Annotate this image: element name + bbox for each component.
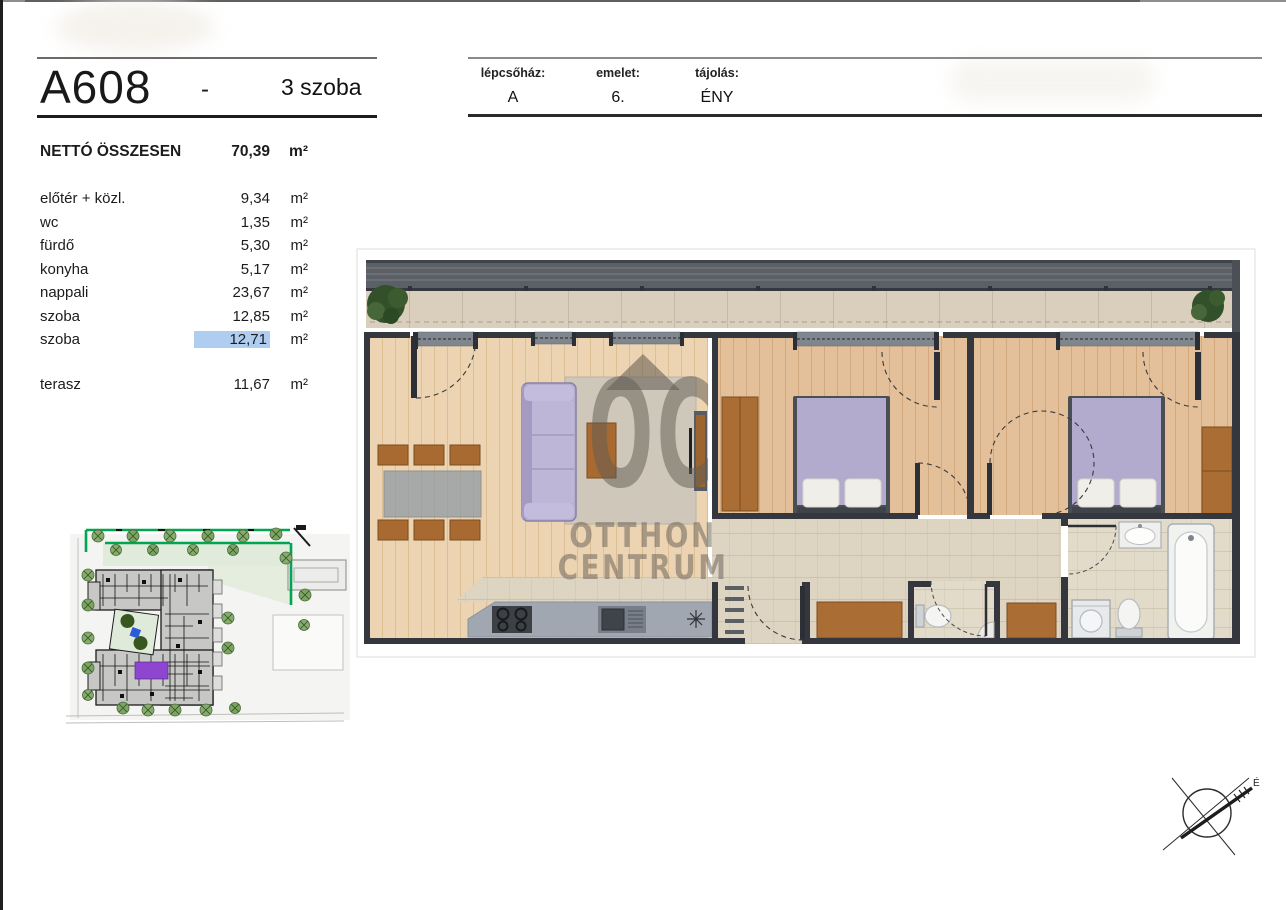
washing-machine-icon xyxy=(1072,600,1110,638)
header-rule-bottom xyxy=(468,114,1262,117)
scan-edge-left xyxy=(0,0,3,910)
area-table: NETTÓ ÖSSZESEN 70,39 m² előtér + közl. 9… xyxy=(40,143,308,399)
bed2-door-leaf xyxy=(987,463,992,515)
watermark-logo: OC xyxy=(588,349,716,521)
field-orientation-value: ÉNY xyxy=(687,89,747,107)
table-row: szoba 12,71 m² xyxy=(40,331,308,355)
row-unit: m² xyxy=(270,190,308,207)
row-value: 12,85 xyxy=(200,308,270,325)
bathroom-sink-icon xyxy=(1119,522,1161,548)
row-unit: m² xyxy=(270,308,308,325)
table-row: szoba 12,85 m² xyxy=(40,308,308,332)
row-unit: m² xyxy=(270,261,308,278)
courtyard xyxy=(109,609,158,655)
bathtub-icon xyxy=(1168,524,1214,640)
title-rule-top xyxy=(37,57,377,59)
row-label: konyha xyxy=(40,261,200,278)
faded-logo-smudge xyxy=(55,2,215,52)
field-staircase: lépcsőház: A xyxy=(467,66,559,107)
table-row: nappali 23,67 m² xyxy=(40,284,308,308)
row-label: szoba xyxy=(40,308,200,325)
entrance-door-leaf xyxy=(800,586,805,640)
wc-room xyxy=(908,581,1000,640)
site-plan xyxy=(58,520,353,730)
bedroom-1 xyxy=(722,396,890,515)
floorplan-sheet: A608 - 3 szoba lépcsőház: A emelet: 6. t… xyxy=(0,0,1286,910)
row-label: fürdő xyxy=(40,237,200,254)
row-label: nappali xyxy=(40,284,200,301)
row-unit: m² xyxy=(270,214,308,231)
compass-rose: É xyxy=(1150,758,1270,868)
row-unit: m² xyxy=(270,237,308,254)
field-floor-label: emelet: xyxy=(573,66,663,80)
bed1-door-leaf xyxy=(915,463,920,515)
terrace-door-bed2-leaf xyxy=(1195,352,1201,400)
pillow xyxy=(1120,479,1156,507)
table-row: fürdő 5,30 m² xyxy=(40,237,308,261)
total-value: 70,39 xyxy=(200,143,270,161)
kitchen xyxy=(468,602,712,637)
field-orientation-label: tájolás: xyxy=(687,66,747,80)
row-label: előtér + közl. xyxy=(40,190,200,207)
bed-1 xyxy=(793,396,890,515)
pillow xyxy=(803,479,839,507)
table-row: konyha 5,17 m² xyxy=(40,261,308,285)
terrace-door-living-leaf xyxy=(411,336,417,398)
row-unit: m² xyxy=(270,284,308,301)
table-row: előtér + közl. 9,34 m² xyxy=(40,190,308,214)
row-value: 5,30 xyxy=(200,237,270,254)
kitchen-sink-icon xyxy=(598,606,646,633)
field-orientation: tájolás: ÉNY xyxy=(687,66,747,107)
total-unit: m² xyxy=(270,143,308,161)
row-value-highlighted: 12,71 xyxy=(194,331,270,348)
north-arrow xyxy=(1181,788,1252,838)
watermark-line2: CENTRUM xyxy=(558,548,729,587)
row-value: 9,34 xyxy=(200,190,270,207)
title-separator: - xyxy=(201,76,209,104)
pillow xyxy=(845,479,881,507)
row-value: 23,67 xyxy=(200,284,270,301)
annex-building xyxy=(288,560,346,590)
faded-header-smudge xyxy=(950,60,1155,102)
row-unit: m² xyxy=(270,376,308,393)
sofa xyxy=(522,383,576,521)
terrace-door-bed1-leaf xyxy=(934,352,940,400)
row-label: szoba xyxy=(40,331,194,348)
north-label: É xyxy=(1253,776,1260,789)
row-label: terasz xyxy=(40,376,200,393)
row-value: 1,35 xyxy=(200,214,270,231)
terrace-railing xyxy=(366,260,1240,290)
field-floor-value: 6. xyxy=(573,89,663,107)
stove-icon xyxy=(492,606,532,633)
dining-table xyxy=(384,471,481,517)
bed-2 xyxy=(1068,396,1165,515)
scan-edge-top-dark xyxy=(25,0,1140,2)
field-staircase-label: lépcsőház: xyxy=(467,66,559,80)
console-table xyxy=(817,602,902,638)
room-count: 3 szoba xyxy=(281,74,362,101)
row-unit: m² xyxy=(270,331,308,348)
title-rule-bottom xyxy=(37,115,377,118)
unit-id: A608 xyxy=(40,60,151,114)
bathroom-toilet-icon xyxy=(1116,599,1142,637)
total-label: NETTÓ ÖSSZESEN xyxy=(40,143,200,161)
row-value: 11,67 xyxy=(200,376,270,393)
wc-toilet-icon xyxy=(916,605,951,627)
floor-plan-drawing: OC OTTHON CENTRUM xyxy=(356,248,1256,658)
header-rule-top xyxy=(468,57,1262,59)
table-row-terrace: terasz 11,67 m² xyxy=(40,376,308,400)
table-row-total: NETTÓ ÖSSZESEN 70,39 m² xyxy=(40,143,308,164)
table-row: wc 1,35 m² xyxy=(40,214,308,238)
field-floor: emelet: 6. xyxy=(573,66,663,107)
highlighted-unit xyxy=(135,662,168,679)
pillow xyxy=(1078,479,1114,507)
hall-cabinet xyxy=(1007,603,1056,638)
field-staircase-value: A xyxy=(467,89,559,107)
row-label: wc xyxy=(40,214,200,231)
row-value: 5,17 xyxy=(200,261,270,278)
terrace-end-wall xyxy=(1232,260,1240,344)
